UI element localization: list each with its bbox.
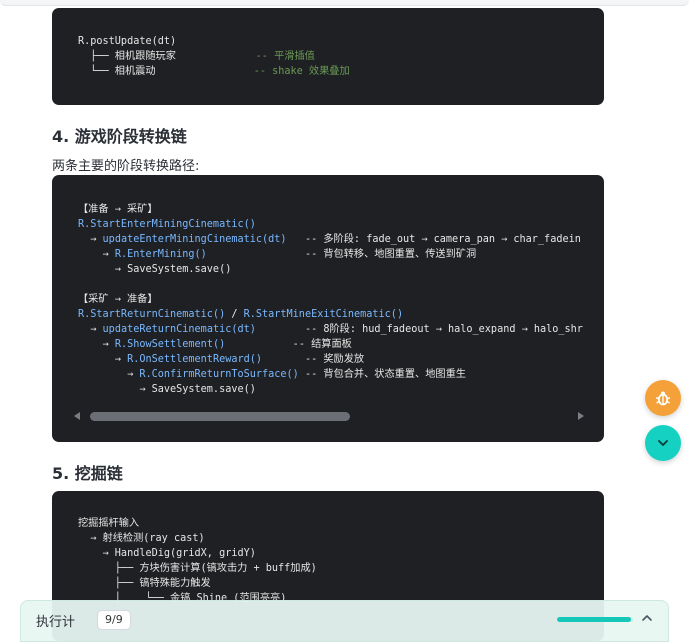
code-lines: R.postUpdate(dt) ├── 相机跟随玩家 -- 平滑插值 └── … [78, 34, 350, 79]
code-line: └── 相机震动 -- shake 效果叠加 [78, 64, 350, 79]
code-token: R.StartMineExitCinematic() [243, 309, 404, 320]
chevron-up-icon[interactable] [639, 610, 655, 626]
code-token: ├── 方块伤害计算(镐攻击力 + buff加成) [78, 563, 317, 574]
top-panel-edge [0, 0, 689, 6]
code-token: updateEnterMiningCinematic(dt) [102, 234, 287, 245]
scroll-left-arrow-icon[interactable] [74, 412, 80, 420]
code-token: R.StartReturnCinematic() [78, 309, 226, 320]
code-token: 【准备 → 采矿】 [78, 204, 158, 215]
code-token: R.postUpdate(dt) [78, 36, 177, 47]
bug-icon [655, 391, 671, 406]
code-line: 【采矿 → 准备】 [78, 292, 583, 307]
code-line: R.postUpdate(dt) [78, 34, 350, 49]
code-token: → SaveSystem.save() [78, 384, 256, 395]
code-line: → updateEnterMiningCinematic(dt) -- 多阶段:… [78, 232, 583, 247]
code-lines: 挖掘摇杆输入 → 射线检测(ray cast) → HandleDig(grid… [78, 516, 317, 606]
code-token: -- 平滑插值 [255, 51, 315, 62]
code-token: updateReturnCinematic(dt) [102, 324, 256, 335]
code-token: -- shake 效果叠加 [253, 66, 350, 77]
code-line: → R.ShowSettlement() -- 结算面板 [78, 337, 583, 352]
code-token: 挖掘摇杆输入 [78, 518, 140, 529]
code-token: → [78, 339, 115, 350]
code-token: -- 奖励发放 [262, 354, 365, 365]
code-token: -- 多阶段: fade_out → camera_pan → char_fad… [286, 234, 581, 245]
code-token: R.ConfirmReturnToSurface() [139, 369, 299, 380]
code-token: R.ShowSettlement() [114, 339, 226, 350]
chevron-down-icon [658, 440, 668, 446]
horizontal-scrollbar[interactable] [74, 412, 584, 422]
status-progress-fill [557, 617, 631, 622]
code-line: → SaveSystem.save() [78, 382, 583, 397]
code-line: → 射线检测(ray cast) [78, 531, 317, 546]
status-progress-bar [557, 617, 633, 622]
code-token: / [225, 309, 244, 320]
code-line: → R.OnSettlementReward() -- 奖励发放 [78, 352, 583, 367]
code-token: ├── 镐特殊能力触发 [78, 578, 211, 589]
code-line: ├── 镐特殊能力触发 [78, 576, 317, 591]
code-line: R.StartReturnCinematic() / R.StartMineEx… [78, 307, 583, 322]
code-line: → HandleDig(gridX, gridY) [78, 546, 317, 561]
code-token: └── 相机震动 [78, 66, 254, 77]
code-token: → SaveSystem.save() [78, 264, 232, 275]
code-line: R.StartEnterMiningCinematic() [78, 217, 583, 232]
code-token: → 射线检测(ray cast) [78, 533, 205, 544]
code-token: -- 结算面板 [225, 339, 352, 350]
code-token: -- 背包转移、地图重置、传送到矿洞 [206, 249, 477, 260]
code-token: ├── 相机跟随玩家 [78, 51, 256, 62]
code-line: → SaveSystem.save() [78, 262, 583, 277]
code-token: -- 背包合并、状态重置、地图重生 [298, 369, 466, 380]
code-token: → [78, 324, 103, 335]
scroll-right-arrow-icon[interactable] [578, 412, 584, 420]
code-token: → [78, 369, 140, 380]
code-line: ├── 相机跟随玩家 -- 平滑插值 [78, 49, 350, 64]
code-token: R.OnSettlementReward() [127, 354, 263, 365]
section-heading-phase-transitions: 4. 游戏阶段转换链 [52, 127, 187, 146]
code-line: 【准备 → 采矿】 [78, 202, 583, 217]
code-line: → R.EnterMining() -- 背包转移、地图重置、传送到矿洞 [78, 247, 583, 262]
bug-report-button[interactable] [645, 380, 681, 416]
code-block-postupdate: R.postUpdate(dt) ├── 相机跟随玩家 -- 平滑插值 └── … [52, 8, 604, 105]
code-token: → [78, 354, 128, 365]
code-token: R.StartEnterMiningCinematic() [78, 219, 256, 230]
status-count-badge: 9/9 [97, 610, 131, 630]
code-token: R.EnterMining() [114, 249, 207, 260]
code-token: 【采矿 → 准备】 [78, 294, 158, 305]
execution-status-bar[interactable]: 执行计 9/9 [20, 600, 669, 642]
code-line: → updateReturnCinematic(dt) -- 8阶段: hud_… [78, 322, 583, 337]
scrollbar-thumb[interactable] [90, 412, 350, 421]
code-line: ├── 方块伤害计算(镐攻击力 + buff加成) [78, 561, 317, 576]
code-token: → [78, 234, 103, 245]
section-heading-dig-chain: 5. 挖掘链 [52, 464, 123, 483]
code-lines: 【准备 → 采矿】 R.StartEnterMiningCinematic() →… [78, 202, 583, 397]
code-token: -- 8阶段: hud_fadeout → halo_expand → halo… [255, 324, 583, 335]
code-token: → [78, 249, 115, 260]
code-token: → HandleDig(gridX, gridY) [78, 548, 256, 559]
scroll-to-bottom-button[interactable] [645, 425, 681, 461]
status-label: 执行计 [36, 615, 76, 630]
code-block-phase-chain: 【准备 → 采矿】 R.StartEnterMiningCinematic() →… [52, 175, 604, 442]
code-line: → R.ConfirmReturnToSurface() -- 背包合并、状态重… [78, 367, 583, 382]
section-intro: 两条主要的阶段转换路径: [52, 159, 200, 174]
code-line: 挖掘摇杆输入 [78, 516, 317, 531]
